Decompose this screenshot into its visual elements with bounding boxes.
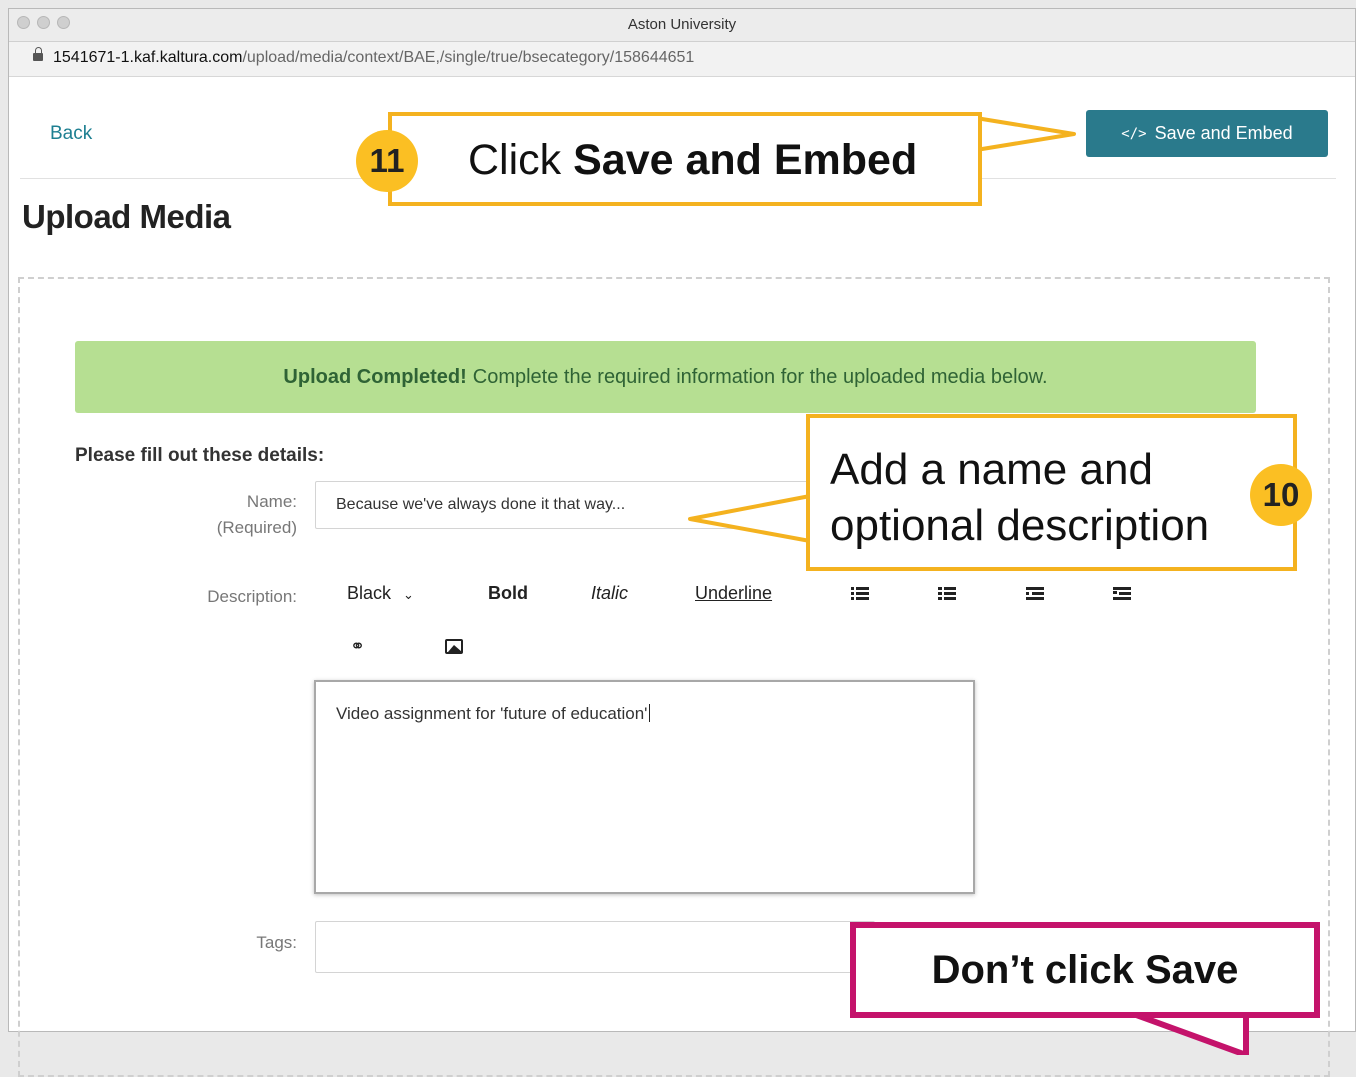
callout-11-text: Click Save and Embed [468, 136, 918, 184]
tags-label: Tags: [256, 933, 297, 952]
upload-success-banner: Upload Completed! Complete the required … [75, 341, 1256, 413]
callout-10-text: Add a name and optional description [830, 445, 1210, 550]
banner-text: Complete the required information for th… [472, 365, 1048, 388]
font-color-value: Black [347, 583, 392, 603]
name-required-label: (Required) [216, 518, 297, 537]
save-and-embed-button[interactable]: </> Save and Embed [1086, 110, 1328, 157]
tags-input[interactable] [315, 921, 875, 973]
font-color-dropdown[interactable]: Black ⌄ [347, 583, 414, 604]
numbered-list-icon[interactable] [851, 587, 869, 601]
banner-strong: Upload Completed! [283, 365, 467, 388]
step-10-badge: 10 [1250, 464, 1312, 526]
text-caret [649, 704, 651, 722]
dont-click-save-warning: Don’t click Save [850, 922, 1320, 1018]
description-editor[interactable]: Video assignment for 'future of educatio… [314, 680, 975, 894]
bold-button[interactable]: Bold [488, 583, 528, 604]
description-label: Description: [207, 587, 297, 606]
underline-button[interactable]: Underline [695, 583, 772, 604]
description-text: Video assignment for 'future of educatio… [336, 704, 648, 723]
url-text[interactable]: 1541671-1.kaf.kaltura.com/upload/media/c… [53, 49, 694, 67]
callout-step-11: Click Save and Embed [388, 112, 982, 206]
save-and-embed-label: Save and Embed [1154, 123, 1293, 143]
name-label: Name: [246, 492, 297, 511]
title-bar: Aston University [9, 9, 1355, 42]
url-path: /upload/media/context/BAE,/single/true/b… [242, 49, 695, 66]
page-title: Upload Media [22, 198, 231, 235]
address-bar[interactable]: 1541671-1.kaf.kaltura.com/upload/media/c… [9, 42, 1355, 77]
callout-step-10: Add a name and optional description [806, 414, 1297, 571]
lock-icon [33, 47, 43, 61]
outdent-icon[interactable] [1026, 587, 1044, 601]
italic-button[interactable]: Italic [591, 583, 628, 604]
code-icon: </> [1121, 125, 1147, 142]
back-link[interactable]: Back [50, 123, 92, 145]
link-icon[interactable]: ⚭ [350, 636, 365, 657]
chevron-down-icon: ⌄ [403, 587, 414, 602]
name-input[interactable]: Because we've always done it that way... [315, 481, 875, 529]
indent-icon[interactable] [1113, 587, 1131, 601]
url-host: 1541671-1.kaf.kaltura.com [53, 49, 243, 66]
image-icon[interactable] [445, 639, 463, 654]
details-heading: Please fill out these details: [75, 445, 325, 466]
bullet-list-icon[interactable] [938, 587, 956, 601]
window-title: Aston University [627, 16, 737, 33]
step-11-badge: 11 [356, 130, 418, 192]
